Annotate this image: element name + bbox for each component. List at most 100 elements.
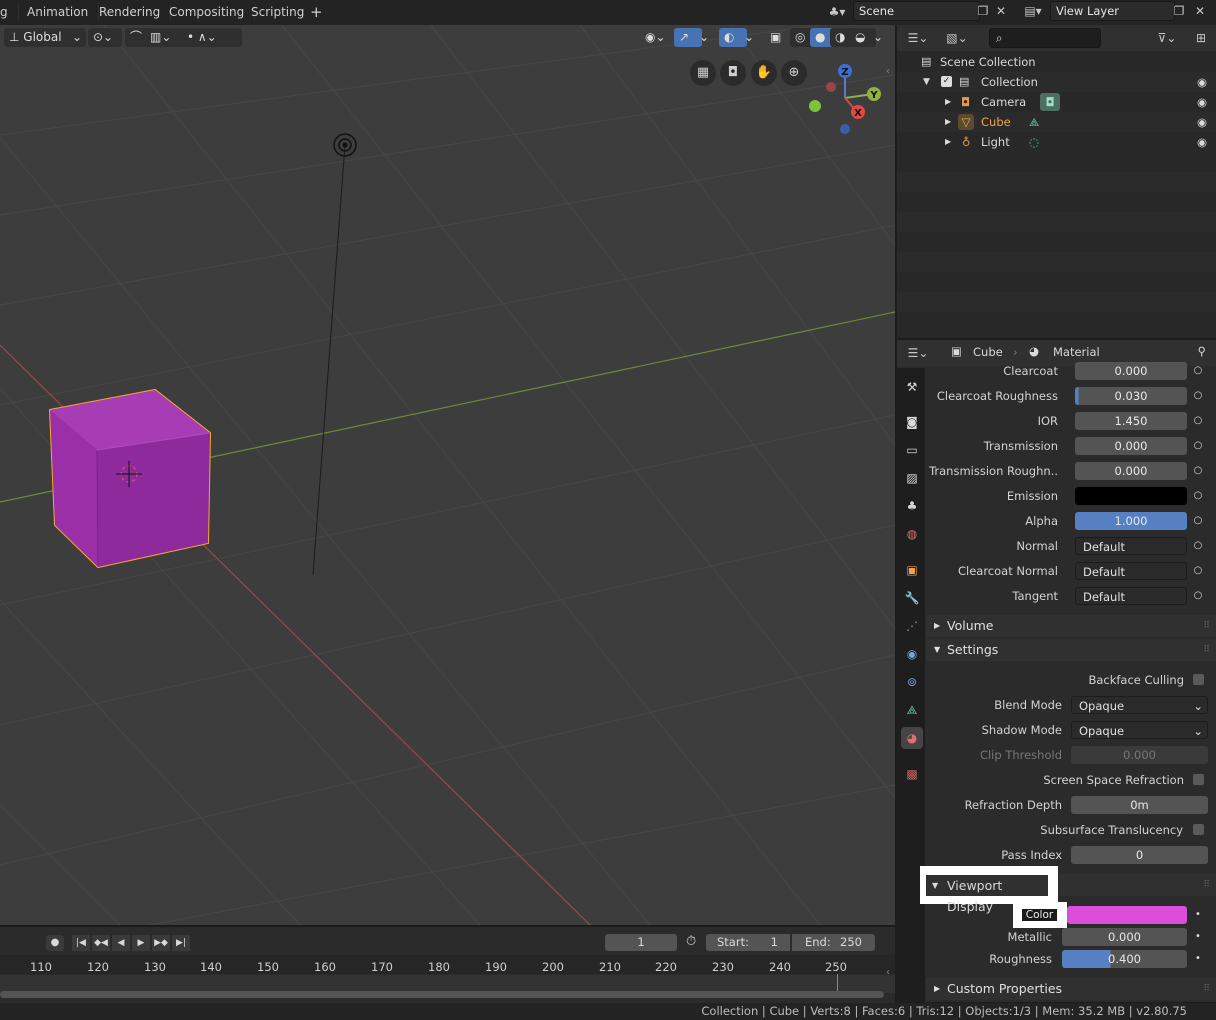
volume-panel-header[interactable]: ▶ Volume ⠿: [926, 615, 1216, 637]
proportional-editing-dropdown[interactable]: • ∧⌄: [182, 28, 242, 47]
camera-data-icon[interactable]: ◘: [1040, 93, 1060, 111]
socket-icon[interactable]: ○: [1190, 362, 1206, 380]
view-layer-name-field[interactable]: View Layer: [1050, 1, 1175, 21]
expand-arrow-icon[interactable]: ▶: [945, 92, 951, 112]
pan-view-hand-icon[interactable]: ✋: [751, 60, 777, 86]
view-layer-icon[interactable]: ▤▾: [1018, 1, 1048, 21]
outliner-row-camera[interactable]: ▶ ◘ Camera ◘ ◉: [897, 92, 1216, 112]
clip-threshold-field[interactable]: 0.000: [1071, 746, 1208, 764]
output-tab-icon[interactable]: ▭: [901, 439, 923, 461]
start-frame-field[interactable]: Start: 1: [706, 934, 790, 951]
toggle-perspective-icon[interactable]: ▦: [690, 60, 716, 86]
drag-handle-icon[interactable]: ⠿: [1203, 615, 1210, 637]
texture-tab-icon[interactable]: ▩: [901, 763, 923, 785]
overlays-dropdown[interactable]: ⌄: [739, 28, 761, 47]
outliner-row-light[interactable]: ▶ ♁ Light ◌ ◉: [897, 132, 1216, 152]
backface-culling-checkbox[interactable]: [1193, 674, 1204, 685]
eye-icon[interactable]: ◉: [1197, 132, 1207, 152]
light-data-icon[interactable]: ◌: [1029, 132, 1039, 152]
jump-to-keyframe-forward-icon[interactable]: ▶◆: [152, 935, 170, 951]
roughness-field[interactable]: 0.400: [1062, 950, 1187, 968]
jump-to-keyframe-back-icon[interactable]: ◆◀: [92, 935, 110, 951]
eye-icon[interactable]: ◉: [1197, 112, 1207, 132]
sidebar-toggle-arrow-icon[interactable]: ‹: [886, 66, 894, 77]
physics-tab-icon[interactable]: ◉: [901, 643, 923, 665]
socket-icon[interactable]: ○: [1190, 412, 1206, 430]
ior-field[interactable]: 1.450: [1075, 412, 1187, 430]
navigation-gizmo[interactable]: Z Y X: [805, 60, 885, 140]
collection-checkbox[interactable]: ✓: [941, 76, 952, 87]
new-collection-icon[interactable]: ⊞: [1191, 28, 1211, 48]
socket-icon[interactable]: ○: [1190, 562, 1206, 580]
transform-orientation-dropdown[interactable]: ⊥ Global ⌄: [4, 28, 86, 47]
play-icon[interactable]: ▶: [132, 935, 150, 951]
delete-scene-icon[interactable]: ✕: [991, 1, 1011, 21]
gizmo-dropdown[interactable]: ⌄: [694, 28, 716, 47]
shadow-mode-dropdown[interactable]: Opaque ⌄: [1071, 721, 1208, 739]
object-data-tab-icon[interactable]: ⟁: [901, 699, 923, 721]
expand-arrow-icon[interactable]: ▶: [945, 112, 951, 132]
metallic-field[interactable]: 0.000: [1062, 928, 1187, 946]
editor-type-icon[interactable]: ☰⌄: [903, 28, 933, 48]
scene-selector-icon[interactable]: ♣▾: [822, 2, 852, 22]
socket-icon[interactable]: ○: [1190, 387, 1206, 405]
outliner-row-scene-collection[interactable]: ▤ Scene Collection: [897, 52, 1216, 72]
eye-icon[interactable]: ◉: [1197, 72, 1207, 92]
new-view-layer-icon[interactable]: ❐: [1169, 1, 1189, 21]
new-scene-icon[interactable]: ❐: [973, 1, 993, 21]
clearcoat-field[interactable]: 0.000: [1075, 362, 1187, 380]
mesh-data-icon[interactable]: ⟁: [1029, 112, 1039, 132]
normal-field[interactable]: Default: [1075, 537, 1187, 555]
transmission-roughness-field[interactable]: 0.000: [1075, 462, 1187, 480]
socket-icon[interactable]: ○: [1190, 462, 1206, 480]
outliner-search-input[interactable]: ⌕: [989, 28, 1101, 48]
scene-tab-icon[interactable]: ♣: [901, 495, 923, 517]
xray-toggle[interactable]: ▣: [765, 28, 791, 47]
snap-target-dropdown[interactable]: ▥⌄: [145, 28, 185, 47]
subsurface-translucency-checkbox[interactable]: [1193, 824, 1204, 835]
pin-icon[interactable]: ⚲: [1198, 344, 1206, 358]
constraints-tab-icon[interactable]: ⊚: [901, 671, 923, 693]
emission-color-swatch[interactable]: [1075, 487, 1187, 505]
timeline-sidebar-arrow-icon[interactable]: ‹: [886, 967, 894, 978]
filter-icon[interactable]: ⊽⌄: [1153, 28, 1181, 48]
viewport-color-swatch[interactable]: [1067, 906, 1187, 924]
add-workspace-button[interactable]: +: [304, 2, 329, 22]
blend-mode-dropdown[interactable]: Opaque ⌄: [1071, 696, 1208, 714]
refraction-depth-field[interactable]: 0m: [1071, 796, 1208, 814]
outliner-row-collection[interactable]: ▼ ✓ ▤ Collection ◉: [897, 72, 1216, 92]
stopwatch-icon[interactable]: ⏱: [686, 934, 696, 949]
eye-icon[interactable]: ◉: [1197, 92, 1207, 112]
jump-to-end-icon[interactable]: ▶|: [172, 935, 190, 951]
modifiers-tab-icon[interactable]: 🔧: [901, 587, 923, 609]
tangent-field[interactable]: Default: [1075, 587, 1187, 605]
workspace-tab-animation[interactable]: Animation: [17, 2, 100, 22]
object-tab-icon[interactable]: ▣: [901, 559, 923, 581]
socket-icon[interactable]: ○: [1190, 437, 1206, 455]
material-tab-icon[interactable]: ◕: [901, 727, 923, 749]
view-layer-tab-icon[interactable]: ▨: [901, 467, 923, 489]
delete-view-layer-icon[interactable]: ✕: [1190, 1, 1210, 21]
object-visibility-dropdown[interactable]: ◉⌄: [640, 28, 676, 47]
zoom-view-icon[interactable]: ⊕: [781, 60, 807, 86]
transmission-field[interactable]: 0.000: [1075, 437, 1187, 455]
drag-handle-icon[interactable]: ⠿: [1203, 874, 1210, 896]
particles-tab-icon[interactable]: ⋰: [901, 615, 923, 637]
workspace-tab-partial[interactable]: g: [0, 2, 19, 22]
expand-arrow-icon[interactable]: ▶: [945, 132, 951, 152]
socket-icon[interactable]: ○: [1190, 487, 1206, 505]
viewport-display-panel-header[interactable]: ▼ Viewport Display: [926, 875, 1048, 914]
record-keyframes-button[interactable]: ●: [46, 935, 64, 951]
pass-index-field[interactable]: 0: [1071, 846, 1208, 864]
clearcoat-normal-field[interactable]: Default: [1075, 562, 1187, 580]
shading-dropdown[interactable]: ⌄: [868, 28, 890, 47]
socket-icon[interactable]: ○: [1190, 512, 1206, 530]
settings-panel-header[interactable]: ▼ Settings ⠿: [926, 639, 1216, 661]
socket-icon[interactable]: ○: [1190, 537, 1206, 555]
editor-type-icon[interactable]: ☰⌄: [903, 343, 933, 363]
expand-arrow-icon[interactable]: ▼: [923, 72, 930, 92]
drag-handle-icon[interactable]: ⠿: [1203, 639, 1210, 661]
display-mode-icon[interactable]: ▧⌄: [943, 28, 971, 48]
socket-icon[interactable]: ○: [1190, 587, 1206, 605]
scene-name-field[interactable]: Scene: [853, 1, 980, 21]
